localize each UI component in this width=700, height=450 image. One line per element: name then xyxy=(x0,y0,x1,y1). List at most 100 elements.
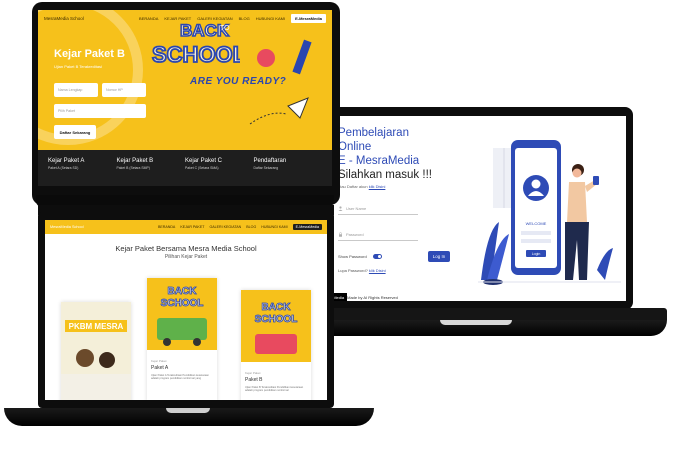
book-stack-icon xyxy=(255,334,297,354)
phone-button-text: Login xyxy=(532,252,541,256)
phone-login-illustration: WELCOME Login xyxy=(478,140,621,285)
paket-nav-kejar-paket[interactable]: KEJAR PAKET xyxy=(180,225,204,229)
pencil-icon xyxy=(292,39,312,75)
right-plant-icon xyxy=(597,248,613,280)
school-bus-icon xyxy=(157,318,207,340)
username-field[interactable]: User Name xyxy=(338,203,418,215)
strip-item-pendaftaran[interactable]: Pendaftaran Daftar Sekarang xyxy=(254,158,323,186)
card-desc: Ujian Paket A Terakreditasi Pendidikan k… xyxy=(151,374,209,381)
strip-subtitle: Paket C (Setara SMA) xyxy=(185,166,219,170)
login-title-line4: Silahkan masuk !!! xyxy=(338,169,432,181)
strip-subtitle: Paket B (Setara SMP) xyxy=(116,166,150,170)
signup-link[interactable]: klik Disini xyxy=(369,184,386,189)
strip-item-paket-b[interactable]: Kejar Paket B Paket B (Setara SMP) xyxy=(117,158,186,186)
paket-nav-blog[interactable]: BLOG xyxy=(246,225,256,229)
name-input[interactable]: Nama Lengkap xyxy=(54,83,98,97)
show-password-label: Show Password xyxy=(338,254,367,259)
hero-screen: MesraMedia School BERANDA KEJAR PAKET GA… xyxy=(38,10,332,186)
paket-brand[interactable]: MesraMedia School xyxy=(50,225,84,229)
show-password-toggle[interactable] xyxy=(372,254,382,259)
forgot-prefix: Lupa Password? xyxy=(338,268,368,273)
paket-a-card-image: BACK SCHOOL xyxy=(147,278,217,350)
card-logo-back: BACK xyxy=(262,302,292,313)
card-meta: Kejar Paket xyxy=(245,371,261,375)
paket-nav-galeri[interactable]: GALERI KEGIATAN xyxy=(209,225,241,229)
login-screen: Pembelajaran Online E - MesraMedia Silah… xyxy=(318,116,626,301)
avatar-head xyxy=(531,179,541,189)
paket-card-b[interactable]: BACK SCHOOL Kejar Paket Paket B Ujian Pa… xyxy=(241,290,311,400)
logo-to: TO xyxy=(220,25,230,32)
person-torso xyxy=(567,182,587,222)
strip-subtitle: Paket A (Setara SD) xyxy=(48,166,79,170)
footer-right: Made by AI Rights Reserved xyxy=(347,294,398,300)
login-actions-row: Show Password Log In xyxy=(338,251,468,262)
paket-title: Kejar Paket Bersama Mesra Media School xyxy=(115,244,257,253)
login-title-line2: Online xyxy=(338,141,372,153)
strip-item-paket-a[interactable]: Kejar Paket A Paket A (Setara SD) xyxy=(48,158,117,186)
signup-hint: atau Daftar akun klik Disini xyxy=(338,184,468,189)
phone-input-2 xyxy=(521,239,551,243)
card-meta: Kejar Paket xyxy=(151,359,167,363)
strip-title: Pendaftaran xyxy=(253,158,287,164)
forgot-link[interactable]: klik Disini xyxy=(369,268,386,273)
strip-title: Kejar Paket A xyxy=(48,158,85,164)
paket-nav-cta[interactable]: E-MesraMedia xyxy=(292,224,322,230)
hero-subtitle: Ujian Paket B Terakreditasi xyxy=(54,64,102,69)
strip-title: Kejar Paket C xyxy=(185,158,223,164)
paket-subtitle: Pilihan Kejar Paket xyxy=(164,254,208,260)
pkbm-card-image: PKBM MESRA xyxy=(61,302,131,374)
register-button[interactable]: Daftar Sekarang xyxy=(54,125,96,139)
phone-input[interactable]: Nomor HP xyxy=(102,83,146,97)
student-head-2 xyxy=(99,352,115,368)
login-title-line3: E - MesraMedia xyxy=(338,155,420,167)
paket-nav-beranda[interactable]: BERANDA xyxy=(158,225,175,229)
card-name: Paket A xyxy=(151,365,169,371)
card-name: Paket B xyxy=(245,377,263,383)
username-placeholder: User Name xyxy=(346,206,367,211)
phone-input-1 xyxy=(521,231,551,235)
person-legs xyxy=(565,222,589,280)
paket-card-pkbm[interactable]: PKBM MESRA xyxy=(61,302,131,400)
strip-item-paket-c[interactable]: Kejar Paket C Paket C (Setara SMA) xyxy=(185,158,254,186)
card-logo-back: BACK xyxy=(168,286,198,297)
login-title-line1: Pembelajaran xyxy=(338,127,409,139)
forgot-password-hint: Lupa Password? klik Disini xyxy=(338,268,468,273)
hero-nav-cta[interactable]: E-MesraMedia xyxy=(291,13,326,23)
card-bg xyxy=(61,302,131,374)
hero-title: Kejar Paket B xyxy=(54,48,125,60)
paket-b-card-image: BACK SCHOOL xyxy=(241,290,311,362)
name-placeholder: Nama Lengkap xyxy=(58,88,83,92)
login-footer: Mesra Media Made by AI Rights Reserved xyxy=(318,293,626,301)
login-form-panel: Pembelajaran Online E - MesraMedia Silah… xyxy=(318,116,468,301)
login-button[interactable]: Log In xyxy=(427,251,451,262)
person-face xyxy=(572,168,582,178)
hero-nav-blog[interactable]: BLOG xyxy=(239,16,250,21)
paper-plane-icon xyxy=(287,97,309,119)
paket-nav-hubungi[interactable]: HUBUNGI KAMI xyxy=(261,225,287,229)
select-placeholder: Pilih Paket xyxy=(58,109,75,113)
hero-feature-strip: Kejar Paket A Paket A (Setara SD) Kejar … xyxy=(38,150,332,186)
logo-school: SCHOOL xyxy=(152,42,240,67)
signup-prefix: atau Daftar akun xyxy=(338,184,368,189)
card-logo-school: SCHOOL xyxy=(255,314,298,325)
lock-icon xyxy=(339,232,342,237)
paket-navbar: MesraMedia School BERANDA KEJAR PAKET GA… xyxy=(45,220,327,234)
device-mockup-stage: Pembelajaran Online E - MesraMedia Silah… xyxy=(0,0,700,450)
login-laptop-hinge xyxy=(302,308,667,320)
paket-laptop-notch xyxy=(166,408,210,413)
hero-brand[interactable]: MesraMedia School xyxy=(44,16,84,21)
back-to-school-logo: BACK TO SCHOOL xyxy=(151,20,240,68)
hero-ready-text: ARE YOU READY? xyxy=(190,76,287,87)
card-logo-school: SCHOOL xyxy=(161,298,204,309)
doodle-ring xyxy=(38,10,143,145)
balloon-shape xyxy=(257,49,275,67)
strip-title: Kejar Paket B xyxy=(116,158,154,164)
paket-card-a[interactable]: BACK SCHOOL Kejar Paket Paket A Ujian Pa… xyxy=(147,278,217,400)
strip-subtitle: Daftar Sekarang xyxy=(253,166,279,170)
hero-nav-hubungi[interactable]: HUBUNGI KAMI xyxy=(256,16,285,21)
pkbm-banner-text: PKBM MESRA xyxy=(69,322,124,331)
password-field[interactable]: Password xyxy=(338,229,418,241)
wheel-icon xyxy=(163,338,171,346)
card-desc: Ujian Paket B Terakreditasi Pendidikan k… xyxy=(245,386,304,393)
package-select[interactable]: Pilih Paket xyxy=(54,104,146,118)
